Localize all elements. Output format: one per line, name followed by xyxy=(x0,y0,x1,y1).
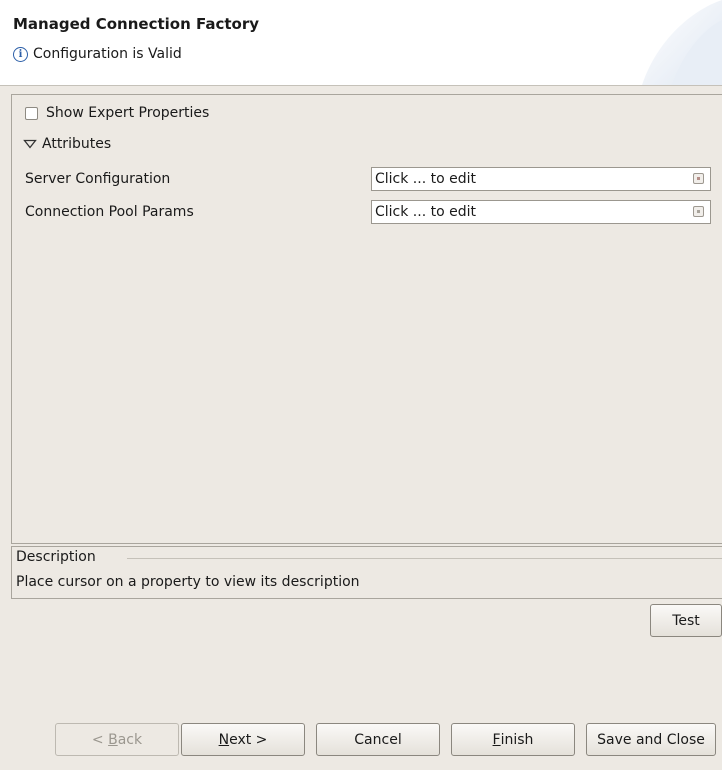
next-button-rest: ext > xyxy=(229,731,268,748)
attributes-label: Attributes xyxy=(42,136,112,152)
finish-button[interactable]: Finish xyxy=(451,723,575,756)
property-row-server-configuration: Server Configuration xyxy=(25,167,715,193)
server-configuration-input[interactable] xyxy=(375,170,675,188)
validation-status: i Configuration is Valid xyxy=(13,46,182,62)
wizard-header: Managed Connection Factory i Configurati… xyxy=(0,0,722,86)
banner-graphic xyxy=(642,0,722,85)
property-value-field[interactable] xyxy=(371,200,711,224)
property-value-field[interactable] xyxy=(371,167,711,191)
show-expert-label[interactable]: Show Expert Properties xyxy=(46,105,209,121)
finish-button-mnemonic: F xyxy=(492,731,501,748)
test-button[interactable]: Test xyxy=(650,604,722,637)
property-label: Connection Pool Params xyxy=(25,204,194,220)
divider xyxy=(127,558,722,559)
expand-triangle-icon[interactable] xyxy=(23,139,37,149)
edit-ellipsis-icon[interactable] xyxy=(693,206,704,217)
edit-ellipsis-icon[interactable] xyxy=(693,173,704,184)
back-button-mnemonic: B xyxy=(108,731,118,748)
info-icon: i xyxy=(13,46,28,62)
save-and-close-button[interactable]: Save and Close xyxy=(586,723,716,756)
property-label: Server Configuration xyxy=(25,171,171,187)
show-expert-row[interactable]: Show Expert Properties xyxy=(25,105,209,121)
cancel-button[interactable]: Cancel xyxy=(316,723,440,756)
back-button-prefix: < xyxy=(91,731,109,748)
property-row-connection-pool-params: Connection Pool Params xyxy=(25,200,715,226)
finish-button-rest: inish xyxy=(500,731,534,748)
property-editor: Show Expert Properties Attributes Server… xyxy=(11,94,722,544)
next-button[interactable]: Next > xyxy=(181,723,305,756)
description-group: Description Place cursor on a property t… xyxy=(11,546,722,599)
validation-status-text: Configuration is Valid xyxy=(33,46,182,62)
description-text: Place cursor on a property to view its d… xyxy=(16,574,360,590)
attributes-section-toggle[interactable]: Attributes xyxy=(23,136,111,152)
show-expert-checkbox[interactable] xyxy=(25,106,38,120)
page-title: Managed Connection Factory xyxy=(13,15,260,33)
back-button-rest: ack xyxy=(117,731,143,748)
connection-pool-params-input[interactable] xyxy=(375,203,675,221)
description-title: Description xyxy=(16,549,96,565)
next-button-mnemonic: N xyxy=(218,731,230,748)
back-button[interactable]: < Back xyxy=(55,723,179,756)
